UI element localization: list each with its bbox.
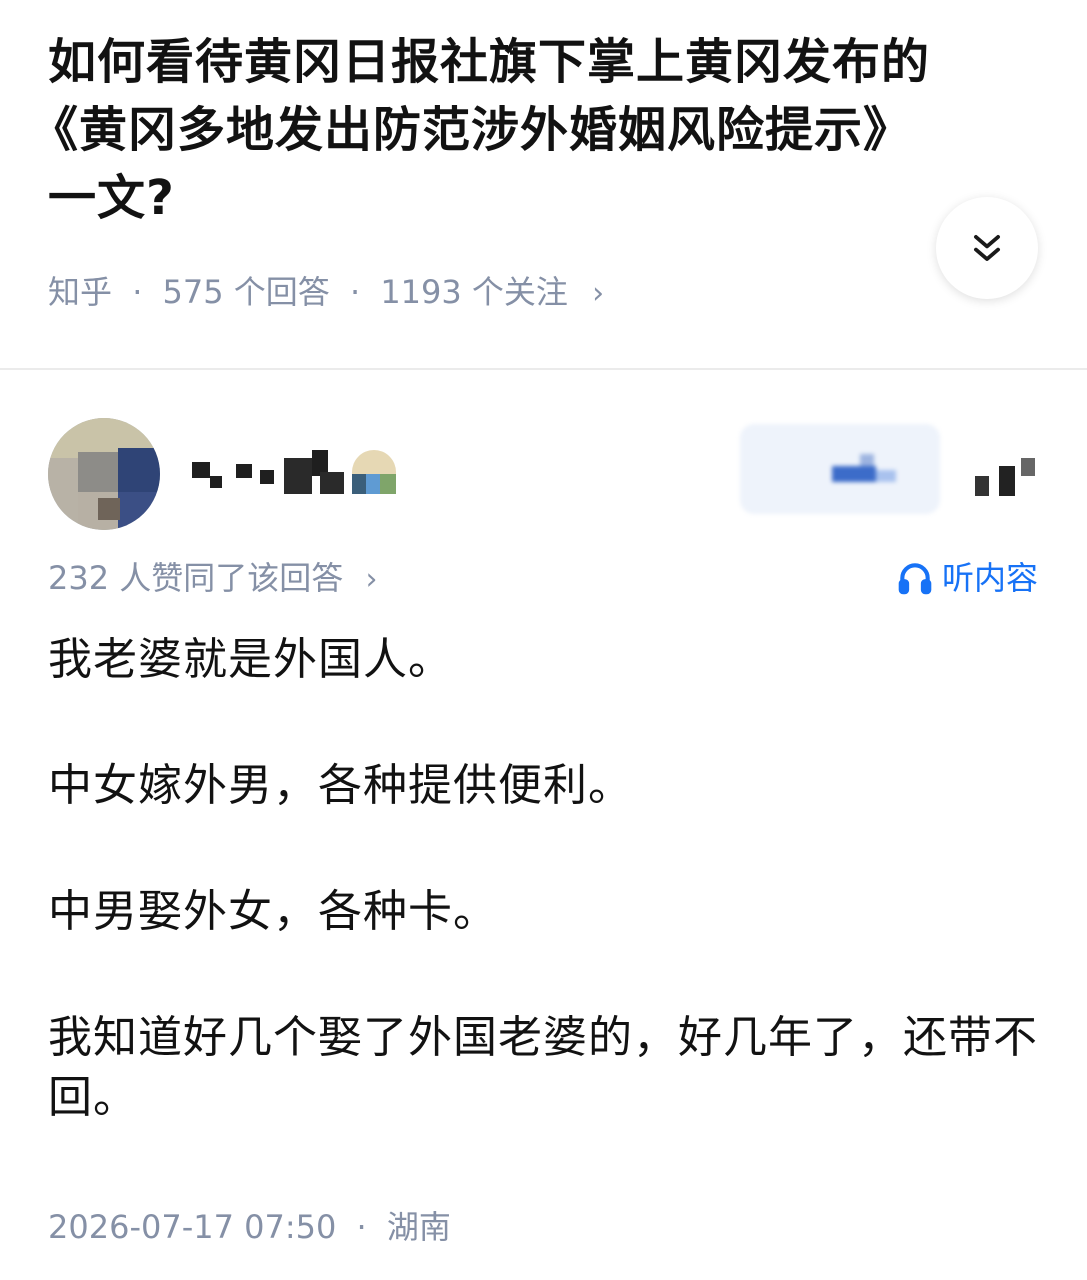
question-meta[interactable]: 知乎 · 575 个回答 · 1193 个关注 › xyxy=(48,268,604,318)
separator-dot: · xyxy=(349,273,361,311)
answer-vote-row: 232 人赞同了该回答 › 听内容 xyxy=(48,552,1038,604)
expand-question-button[interactable] xyxy=(936,197,1038,299)
question-title-line-2[interactable]: 《黄冈多地发出防范涉外婚姻风险提示》 xyxy=(30,96,928,164)
more-options-icon[interactable] xyxy=(975,452,1045,502)
answer-paragraph: 我知道好几个娶了外国老婆的，好几年了，还带不回。 xyxy=(48,1012,1038,1123)
answer-location: 湖南 xyxy=(386,1208,451,1246)
avatar[interactable] xyxy=(48,418,160,530)
headphones-icon xyxy=(898,563,932,595)
answer-paragraph: 我老婆就是外国人。 xyxy=(48,634,453,685)
answer-count: 575 个回答 xyxy=(162,273,330,311)
follow-count: 1193 个关注 xyxy=(380,273,568,311)
vote-count-link[interactable]: 232 人赞同了该回答 › xyxy=(48,552,377,606)
chevron-right-icon: › xyxy=(365,562,378,597)
source-label: 知乎 xyxy=(48,273,113,311)
follow-button[interactable] xyxy=(740,424,940,514)
chevron-right-icon: › xyxy=(592,276,605,311)
author-name[interactable] xyxy=(188,448,408,500)
separator-dot: · xyxy=(356,1208,367,1246)
listen-button[interactable]: 听内容 xyxy=(896,552,1038,604)
vote-count: 232 人赞同了该回答 xyxy=(48,559,344,597)
listen-label: 听内容 xyxy=(941,559,1038,597)
answer-date: 2026-07-17 07:50 xyxy=(48,1208,337,1246)
answer-author-row xyxy=(0,400,1087,540)
question-title-line-1[interactable]: 如何看待黄冈日报社旗下掌上黄冈发布的 xyxy=(48,28,929,96)
answer-paragraph: 中男娶外女，各种卡。 xyxy=(48,886,498,937)
separator-dot: · xyxy=(132,273,143,311)
question-header: 如何看待黄冈日报社旗下掌上黄冈发布的 《黄冈多地发出防范涉外婚姻风险提示》 一文… xyxy=(0,0,1087,370)
question-title-line-3[interactable]: 一文? xyxy=(48,164,928,232)
answer-footer-meta: 2026-07-17 07:50 · 湖南 xyxy=(48,1202,451,1252)
question-title[interactable]: 如何看待黄冈日报社旗下掌上黄冈发布的 《黄冈多地发出防范涉外婚姻风险提示》 一文… xyxy=(30,28,929,232)
answer-paragraph: 中女嫁外男，各种提供便利。 xyxy=(48,760,633,811)
double-chevron-down-icon xyxy=(974,235,1000,261)
